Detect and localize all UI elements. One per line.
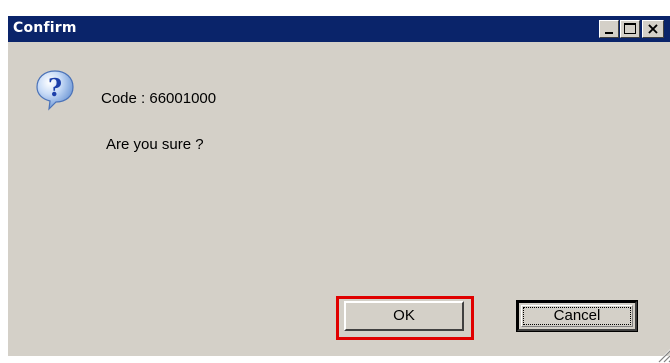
cancel-button[interactable]: Cancel xyxy=(516,300,638,332)
question-icon: ? xyxy=(36,70,74,111)
close-button[interactable]: × xyxy=(642,19,664,38)
dialog-title: Confirm xyxy=(13,20,77,36)
svg-text:?: ? xyxy=(48,73,62,102)
confirm-message: Are you sure ? xyxy=(106,136,204,153)
maximize-button[interactable] xyxy=(620,20,640,38)
close-icon: × xyxy=(646,19,660,38)
ok-button-highlight xyxy=(336,296,474,340)
minimize-icon xyxy=(605,32,613,34)
confirm-dialog: Confirm × ? Code : 66001000 Are you sure… xyxy=(7,15,670,363)
cancel-button-label: Cancel xyxy=(553,307,601,324)
maximize-icon xyxy=(624,23,636,34)
minimize-button[interactable] xyxy=(599,20,619,38)
title-bar[interactable]: Confirm × xyxy=(8,16,670,42)
error-code: Code : 66001000 xyxy=(101,90,217,107)
resize-grip-icon[interactable] xyxy=(653,341,670,363)
